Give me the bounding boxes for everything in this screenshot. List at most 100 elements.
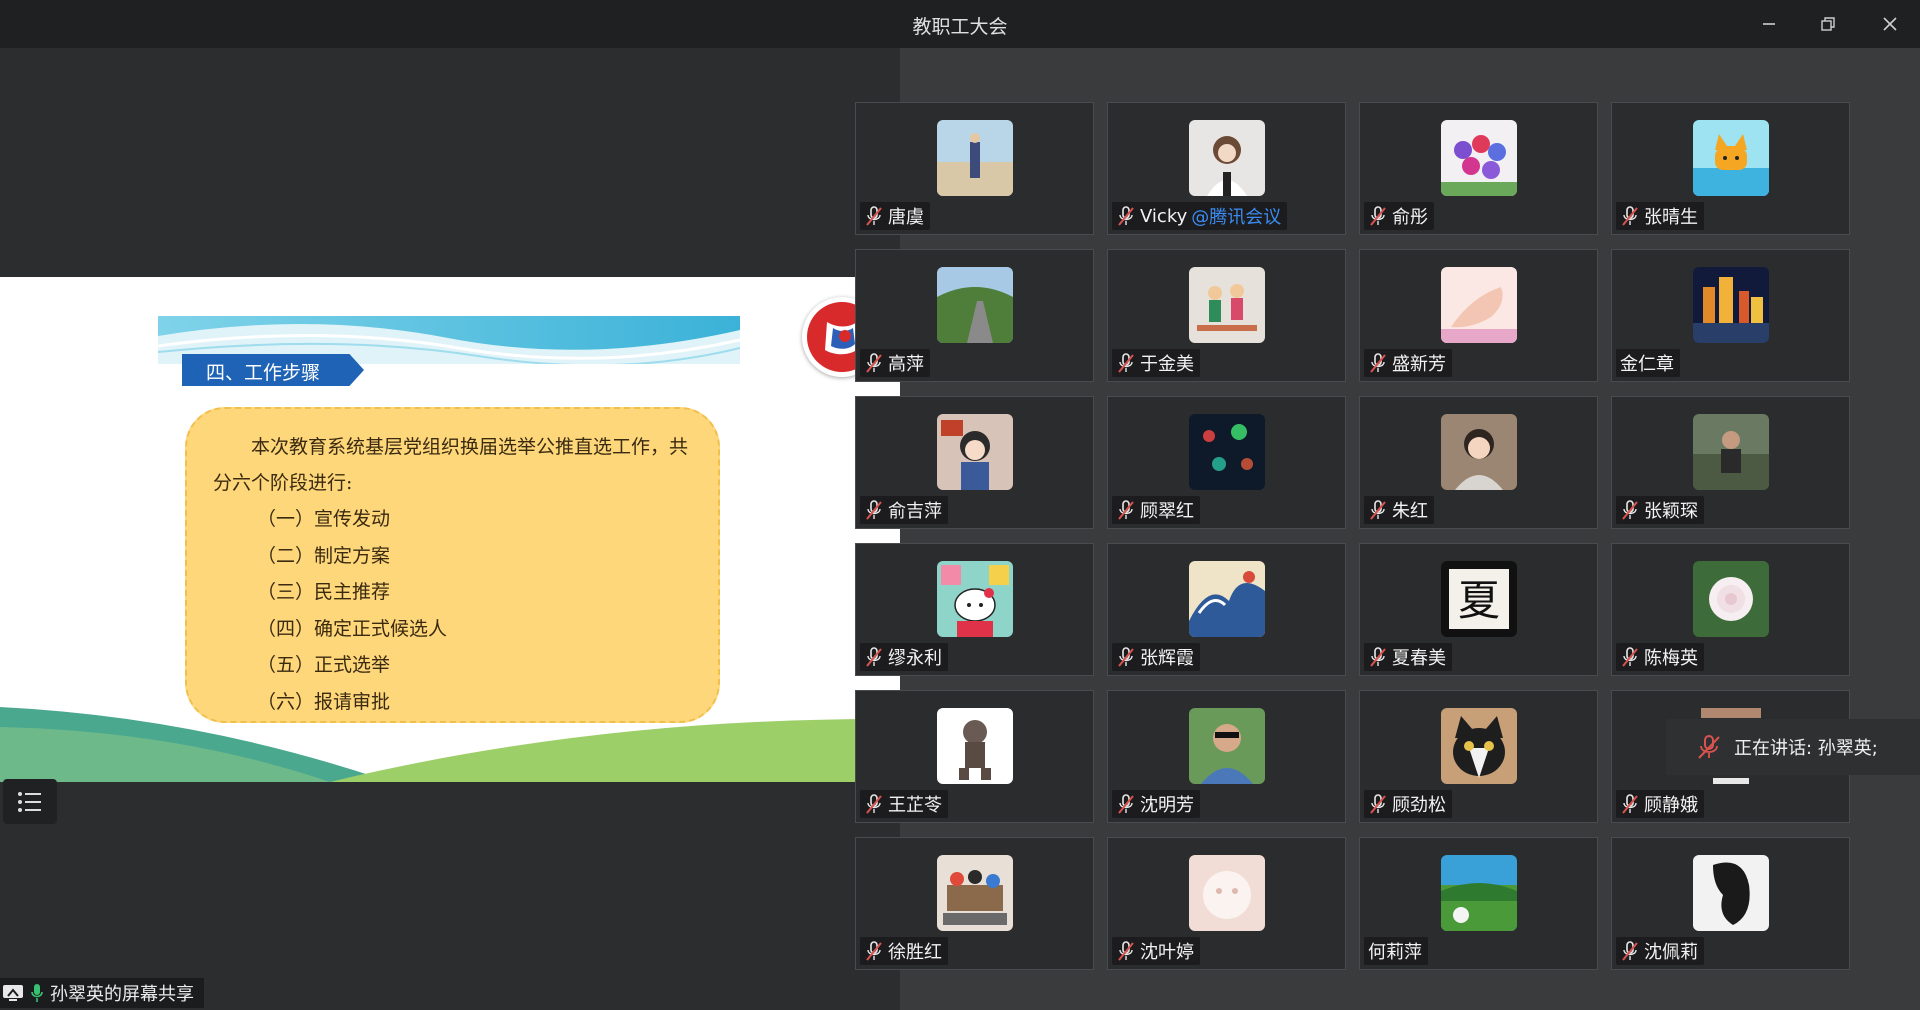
participant-name: 沈明芳 — [1140, 795, 1194, 816]
participant-tile[interactable]: 沈叶婷 — [1107, 837, 1346, 970]
participant-tile[interactable]: 何莉萍 — [1359, 837, 1598, 970]
participant-avatar — [1693, 855, 1769, 931]
participant-name: 王芷苓 — [888, 795, 942, 816]
participant-avatar: 夏 — [1441, 561, 1517, 637]
participant-tile[interactable]: Vicky @腾讯会议 — [1107, 102, 1346, 235]
participant-avatar — [1441, 414, 1517, 490]
slide-heading: 四、工作步骤 — [182, 354, 364, 386]
participant-avatar — [1189, 120, 1265, 196]
participant-name: 唐虞 — [888, 207, 924, 228]
participant-tile[interactable]: 高萍 — [855, 249, 1094, 382]
participant-tile[interactable]: 张颖琛 — [1611, 396, 1850, 529]
participant-name: Vicky — [1140, 205, 1188, 227]
participant-name: 张辉霞 — [1140, 648, 1194, 669]
participant-name-tag: 俞彤 — [1364, 202, 1434, 230]
muted-microphone-icon — [866, 941, 882, 961]
participant-tile[interactable]: 陈梅英 — [1611, 543, 1850, 676]
close-button[interactable] — [1874, 10, 1906, 38]
participant-tile[interactable]: 沈佩莉 — [1611, 837, 1850, 970]
participant-name-tag: 徐胜红 — [860, 937, 948, 965]
slide-intro-text: 本次教育系统基层党组织换届选举公推直选工作，共分六个阶段进行: — [213, 436, 689, 494]
participant-name-tag: 张颖琛 — [1616, 496, 1704, 524]
participant-avatar — [937, 120, 1013, 196]
muted-microphone-icon — [1622, 647, 1638, 667]
muted-microphone-icon — [1370, 794, 1386, 814]
muted-microphone-icon — [866, 206, 882, 226]
participant-avatar — [1693, 267, 1769, 343]
participant-name-tag: 何莉萍 — [1364, 937, 1428, 965]
participant-name: 陈梅英 — [1644, 648, 1698, 669]
participant-name: 顾静娥 — [1644, 795, 1698, 816]
participant-name-tag: 高萍 — [860, 349, 930, 377]
participant-avatar — [937, 561, 1013, 637]
participant-tile[interactable]: 顾劲松 — [1359, 690, 1598, 823]
muted-microphone-icon — [1370, 206, 1386, 226]
participant-tile[interactable]: 俞彤 — [1359, 102, 1598, 235]
participant-name-tag: 张辉霞 — [1112, 643, 1200, 671]
participant-avatar — [1441, 855, 1517, 931]
participant-name: 俞彤 — [1392, 207, 1428, 228]
muted-microphone-icon — [866, 794, 882, 814]
minimize-icon — [1763, 23, 1775, 25]
participant-name-tag: 于金美 — [1112, 349, 1200, 377]
participant-avatar — [1441, 120, 1517, 196]
participant-name-tag: 顾静娥 — [1616, 790, 1704, 818]
muted-microphone-icon — [866, 647, 882, 667]
shared-slide: 四、工作步骤 本次教育系统基层党组织换届选举公推直选工作，共分六个阶段进行: （… — [0, 277, 900, 782]
muted-microphone-icon — [1118, 353, 1134, 373]
speaking-label: 正在讲话: 孙翠英; — [1734, 738, 1878, 759]
minimize-button[interactable] — [1753, 10, 1785, 38]
participant-name: 顾翠红 — [1140, 501, 1194, 522]
participant-tile[interactable]: 盛新芳 — [1359, 249, 1598, 382]
slide-content-panel: 本次教育系统基层党组织换届选举公推直选工作，共分六个阶段进行: （一）宣传发动 … — [185, 407, 720, 723]
slide-list-button[interactable] — [3, 779, 57, 824]
slide-step: （一）宣传发动 — [257, 508, 391, 530]
participant-avatar — [1441, 267, 1517, 343]
participant-tile[interactable]: 缪永利 — [855, 543, 1094, 676]
participant-tile[interactable]: 沈明芳 — [1107, 690, 1346, 823]
participant-tile[interactable]: 俞吉萍 — [855, 396, 1094, 529]
participant-name-tag: 顾翠红 — [1112, 496, 1200, 524]
participant-avatar — [1189, 414, 1265, 490]
muted-microphone-icon — [1622, 206, 1638, 226]
participant-tile[interactable]: 朱红 — [1359, 396, 1598, 529]
participant-name-tag: 王芷苓 — [860, 790, 948, 818]
participant-name: 于金美 — [1140, 354, 1194, 375]
muted-microphone-icon — [1118, 794, 1134, 814]
participant-tile[interactable]: 张辉霞 — [1107, 543, 1346, 676]
svg-text:夏: 夏 — [1458, 576, 1500, 625]
participant-name: 朱红 — [1392, 501, 1428, 522]
participant-tile[interactable]: 徐胜红 — [855, 837, 1094, 970]
participant-tile[interactable]: 于金美 — [1107, 249, 1346, 382]
muted-microphone-icon — [1622, 941, 1638, 961]
participant-name: 俞吉萍 — [888, 501, 942, 522]
participant-tile[interactable]: 唐虞 — [855, 102, 1094, 235]
participant-tile[interactable]: 王芷苓 — [855, 690, 1094, 823]
participant-avatar — [1189, 855, 1265, 931]
muted-microphone-icon — [866, 500, 882, 520]
participant-name: 徐胜红 — [888, 942, 942, 963]
participant-tile[interactable]: 张晴生 — [1611, 102, 1850, 235]
participant-name: 缪永利 — [888, 648, 942, 669]
participant-tile[interactable]: 金仁章 — [1611, 249, 1850, 382]
muted-microphone-icon — [1118, 941, 1134, 961]
participant-name: 张颖琛 — [1644, 501, 1698, 522]
participant-name: 夏春美 — [1392, 648, 1446, 669]
participant-name: 高萍 — [888, 354, 924, 375]
participant-avatar — [937, 414, 1013, 490]
participant-name: 张晴生 — [1644, 207, 1698, 228]
slide-step: （三）民主推荐 — [257, 581, 391, 603]
screen-share-status: 孙翠英的屏幕共享 — [0, 978, 204, 1008]
muted-microphone-icon — [1698, 735, 1720, 759]
participant-avatar — [1189, 708, 1265, 784]
screen-share-icon — [3, 985, 23, 1001]
speaking-indicator: 正在讲话: 孙翠英; — [1666, 719, 1920, 775]
participant-name: 金仁章 — [1620, 354, 1674, 375]
slide-step: （四）确定正式候选人 — [257, 617, 448, 640]
restore-button[interactable] — [1812, 10, 1844, 38]
participant-avatar — [1693, 120, 1769, 196]
participant-avatar — [937, 708, 1013, 784]
participant-tile[interactable]: 夏夏春美 — [1359, 543, 1598, 676]
muted-microphone-icon — [1622, 500, 1638, 520]
participant-tile[interactable]: 顾翠红 — [1107, 396, 1346, 529]
